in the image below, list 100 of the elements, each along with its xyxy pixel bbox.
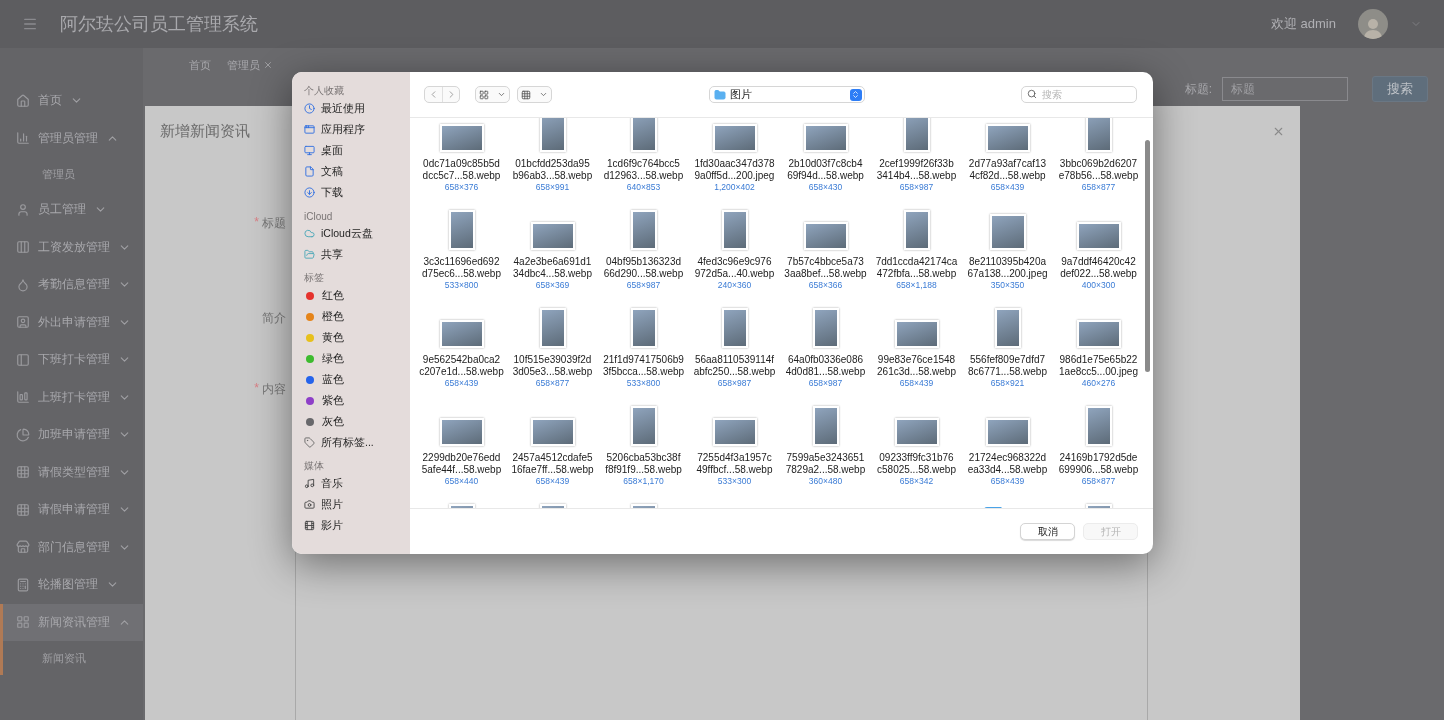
file-name[interactable]: 0dc71a09c85b5d dcc5c7...58.webp <box>422 158 501 182</box>
sidebar-item[interactable]: iCloud云盘 <box>304 223 400 244</box>
photo-placeholder[interactable] <box>989 214 1026 250</box>
file-name[interactable]: 4a2e3be6a691d1 34dbc4...58.webp <box>513 256 592 280</box>
chevron-down-icon <box>539 90 548 99</box>
sidebar-item[interactable]: 影片 <box>304 515 400 536</box>
photo-placeholder[interactable] <box>630 118 657 152</box>
sidebar-item[interactable]: 应用程序 <box>304 119 400 140</box>
image-dimensions: 658×987 <box>717 378 752 389</box>
photo-placeholder[interactable] <box>539 308 566 348</box>
photo-placeholder[interactable] <box>803 124 848 152</box>
photo-placeholder[interactable] <box>994 308 1021 348</box>
file-name[interactable]: 9a7ddf46420c42 def022...58.webp <box>1060 256 1137 280</box>
grid-icon <box>521 89 531 100</box>
file-name[interactable]: 3c3c11696ed692 d75ec6...58.webp <box>422 256 501 280</box>
photo-placeholder[interactable] <box>530 222 575 250</box>
sidebar-item[interactable]: 下载 <box>304 182 400 203</box>
file-name[interactable]: 986d1e75e65b22 1ae8cc5...00.jpeg <box>1059 354 1138 378</box>
view-mode-button[interactable] <box>475 86 510 103</box>
photo-placeholder[interactable] <box>803 222 848 250</box>
sidebar-item[interactable]: 桌面 <box>304 140 400 161</box>
file-name[interactable]: 8e2110395b420a 67a138...200.jpeg <box>967 256 1048 280</box>
photo-placeholder[interactable] <box>812 406 839 446</box>
sidebar-item[interactable]: 最近使用 <box>304 98 400 119</box>
file-name[interactable]: 01bcfdd253da95 b96ab3...58.webp <box>512 158 593 182</box>
file-name[interactable]: 556fef809e7dfd7 8c6771...58.webp <box>968 354 1047 378</box>
search-field[interactable]: 搜索 <box>1021 86 1137 103</box>
image-dimensions: 658×439 <box>990 182 1025 193</box>
file-name[interactable]: 1cd6f9c764bcc5 d12963...58.webp <box>603 158 684 182</box>
file-name[interactable]: 21f1d97417506b9 3f5bcca...58.webp <box>602 354 685 378</box>
cancel-button[interactable]: 取消 <box>1020 523 1075 540</box>
file-name[interactable]: 56aa8110539114f abfc250...58.webp <box>693 354 776 378</box>
sidebar-item[interactable]: 共享 <box>304 244 400 265</box>
sidebar-item[interactable]: 文稿 <box>304 161 400 182</box>
sidebar-item[interactable]: 蓝色 <box>304 369 400 390</box>
photo-placeholder[interactable] <box>985 124 1030 152</box>
photo-placeholder[interactable] <box>1076 222 1121 250</box>
avatar[interactable] <box>1358 9 1388 39</box>
file-name[interactable]: 3bbc069b2d6207 e78b56...58.webp <box>1058 158 1139 182</box>
file-name[interactable]: 2d77a93af7caf13 4cf82d...58.webp <box>968 158 1047 182</box>
sidebar-item[interactable]: 黄色 <box>304 327 400 348</box>
photo-placeholder[interactable] <box>712 418 757 446</box>
sidebar-item[interactable]: 灰色 <box>304 411 400 432</box>
sidebar-item[interactable]: 红色 <box>304 285 400 306</box>
file-name[interactable]: 5206cba53bc38f f8f91f9...58.webp <box>605 452 682 476</box>
photo-placeholder[interactable] <box>1076 320 1121 348</box>
photo-placeholder[interactable] <box>903 118 930 152</box>
file-name[interactable]: 7b57c4bbce5a73 3aa8bef...58.webp <box>784 256 867 280</box>
sidebar-item[interactable]: 所有标签... <box>304 432 400 453</box>
file-name[interactable]: 7255d4f3a1957c 49ffbcf...58.webp <box>696 452 773 476</box>
sidebar-item[interactable]: 照片 <box>304 494 400 515</box>
file-name[interactable]: 2cef1999f26f33b 3414b4...58.webp <box>876 158 957 182</box>
filter-label: 标题: <box>1184 80 1212 98</box>
sidebar-item[interactable]: 橙色 <box>304 306 400 327</box>
scrollbar[interactable] <box>1145 140 1150 372</box>
photo-placeholder[interactable] <box>721 210 748 250</box>
file-name[interactable]: 7599a5e3243651 7829a2...58.webp <box>785 452 866 476</box>
file-name[interactable]: 2b10d03f7c8cb4 69f94d...58.webp <box>787 158 864 182</box>
photo-placeholder[interactable] <box>448 210 475 250</box>
photo-placeholder[interactable] <box>539 118 566 152</box>
file-name[interactable]: 2457a4512cdafe5 16fae7ff...58.webp <box>511 452 594 476</box>
modal-title: 新增新闻资讯 <box>160 122 250 141</box>
photo-placeholder[interactable] <box>894 320 939 348</box>
photo-placeholder[interactable] <box>439 320 484 348</box>
photo-placeholder[interactable] <box>630 210 657 250</box>
file-name[interactable]: 24169b1792d5de 699906...58.webp <box>1058 452 1139 476</box>
photo-placeholder[interactable] <box>530 418 575 446</box>
file-name[interactable]: 2299db20e76edd 5afe44f...58.webp <box>421 452 502 476</box>
file-name[interactable]: 1fd30aac347d378 9a0ff5d...200.jpeg <box>694 158 775 182</box>
file-name[interactable]: 4fed3c96e9c976 972d5a...40.webp <box>694 256 775 280</box>
image-dimensions: 658×440 <box>444 476 479 487</box>
file-name[interactable]: 21724ec968322d ea33d4...58.webp <box>967 452 1048 476</box>
file-name[interactable]: 04bf95b136323d 66d290...58.webp <box>603 256 684 280</box>
photo-placeholder[interactable] <box>1085 406 1112 446</box>
photo-placeholder[interactable] <box>721 308 748 348</box>
group-mode-button[interactable] <box>517 86 552 103</box>
photo-placeholder[interactable] <box>439 124 484 152</box>
photo-placeholder[interactable] <box>630 308 657 348</box>
photo-placeholder[interactable] <box>903 210 930 250</box>
sidebar-item[interactable]: 音乐 <box>304 473 400 494</box>
file-name[interactable]: 9e562542ba0ca2 c207e1d...58.webp <box>419 354 504 378</box>
photo-placeholder[interactable] <box>439 418 484 446</box>
file-name[interactable]: 99e83e76ce1548 261c3d...58.webp <box>877 354 956 378</box>
calculator-icon <box>16 577 30 592</box>
sidebar-item[interactable]: 绿色 <box>304 348 400 369</box>
photo-placeholder[interactable] <box>1085 118 1112 152</box>
photo-placeholder[interactable] <box>894 418 939 446</box>
image-dimensions: 658×1,188 <box>896 280 937 291</box>
image-dimensions: 658×877 <box>1081 182 1116 193</box>
file-name[interactable]: 7dd1ccda42174ca 472fbfa...58.webp <box>875 256 958 280</box>
photo-placeholder[interactable] <box>712 124 757 152</box>
photo-placeholder[interactable] <box>630 406 657 446</box>
file-name[interactable]: 10f515e39039f2d 3d05e3...58.webp <box>512 354 593 378</box>
photo-placeholder[interactable] <box>812 308 839 348</box>
photo-placeholder[interactable] <box>985 418 1030 446</box>
file-name[interactable]: 64a0fb0336e086 4d0d81...58.webp <box>785 354 866 378</box>
sidebar-item[interactable]: 紫色 <box>304 390 400 411</box>
location-dropdown[interactable]: 图片 <box>708 86 865 103</box>
file-name[interactable]: 09233ff9fc31b76 c58025...58.webp <box>877 452 956 476</box>
droplet-icon <box>16 277 30 292</box>
